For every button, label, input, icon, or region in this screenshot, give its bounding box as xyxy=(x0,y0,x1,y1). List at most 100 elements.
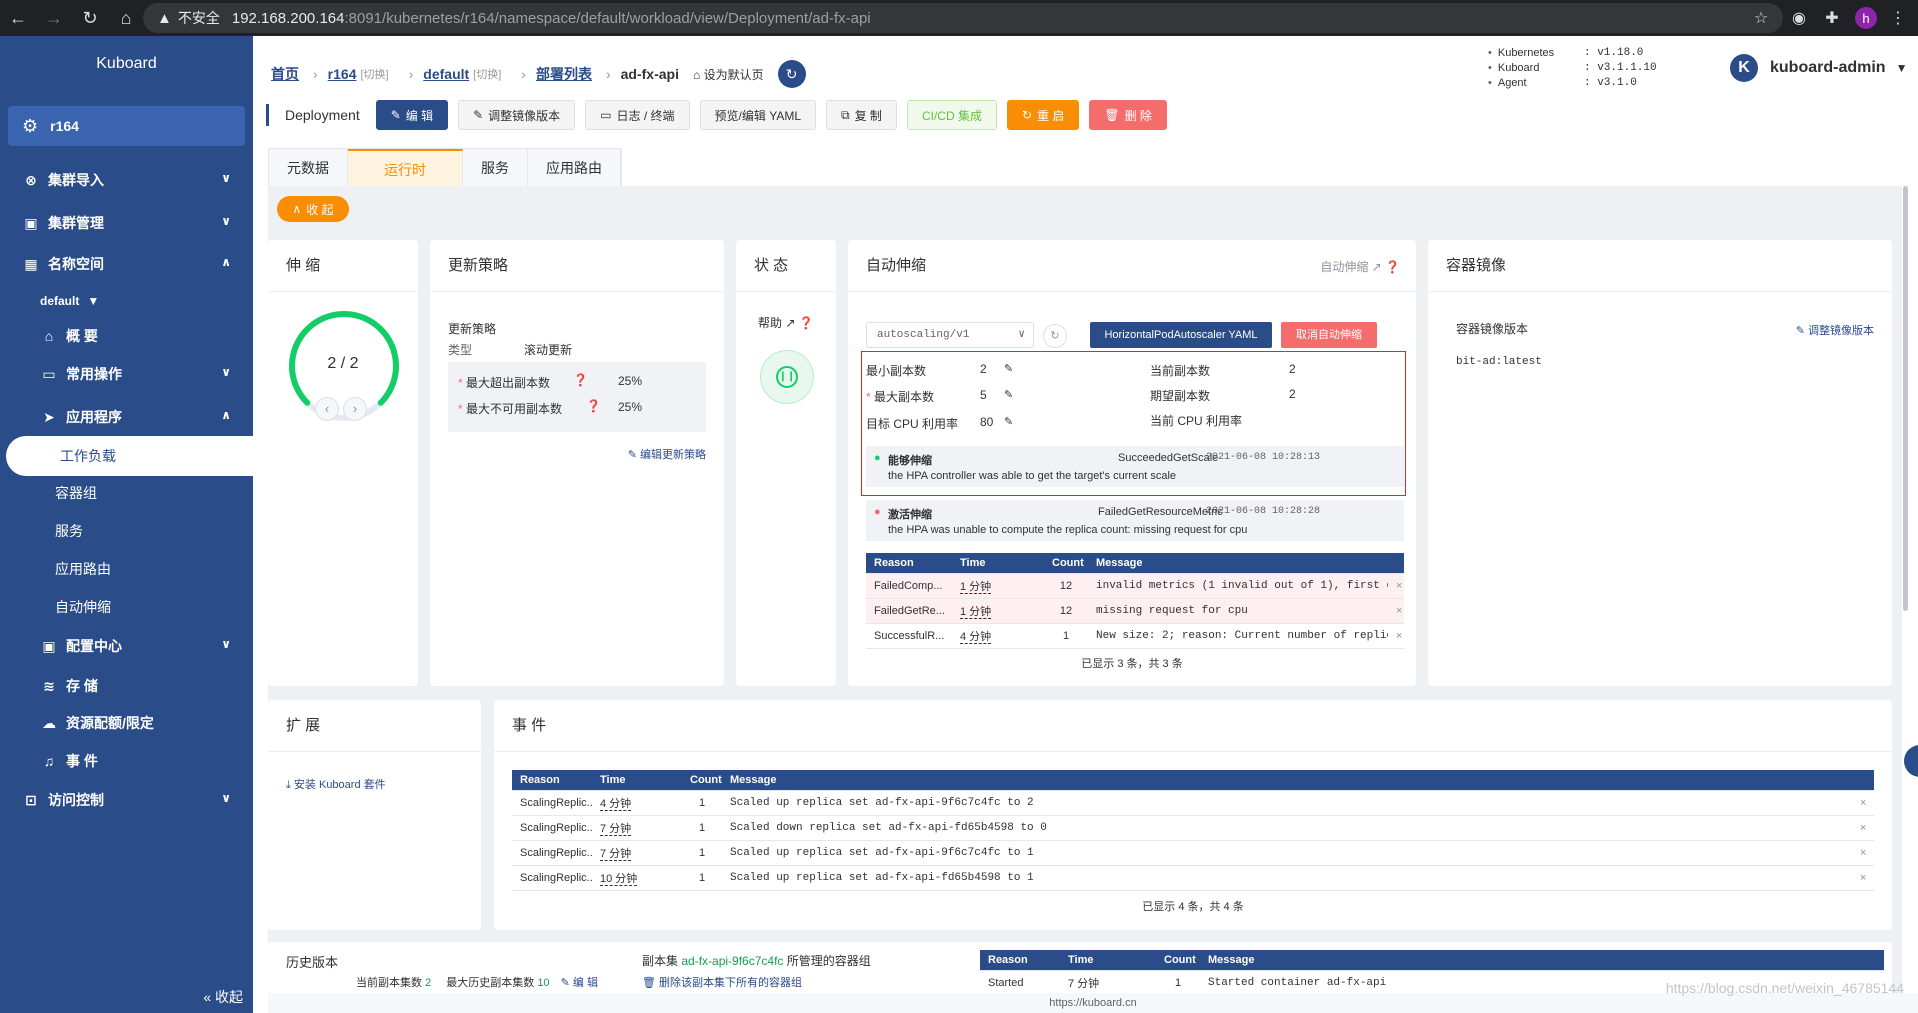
bookmark-star-icon[interactable]: ☆ xyxy=(1747,0,1775,36)
collapse-button[interactable]: ∧ 收 起 xyxy=(277,196,349,222)
menu-label: 服务 xyxy=(55,523,83,539)
forward-icon[interactable]: → xyxy=(36,0,72,36)
api-version-select[interactable]: autoscaling/v1 ∨ xyxy=(866,322,1034,348)
menu-common-ops[interactable]: ▭ 常用操作 ∨ xyxy=(0,354,253,394)
close-icon[interactable]: × xyxy=(1388,622,1404,649)
menu-cluster-import[interactable]: ⊗ 集群导入 ∨ xyxy=(0,160,253,200)
database-icon: ≋ xyxy=(43,677,55,694)
close-icon[interactable]: × xyxy=(1852,864,1874,891)
menu-storage[interactable]: ≋ 存 储 xyxy=(0,666,253,706)
yaml-button[interactable]: 预览/编辑 YAML xyxy=(699,100,817,130)
delete-button[interactable]: 🗑 删 除 xyxy=(1089,100,1167,130)
scrollbar[interactable] xyxy=(1903,186,1908,611)
edit-strategy-link[interactable]: ✎ 编辑更新策略 xyxy=(628,446,706,462)
close-icon[interactable]: × xyxy=(1852,814,1874,841)
close-icon[interactable]: × xyxy=(1852,789,1874,816)
footer-url[interactable]: https://kuboard.cn xyxy=(1049,997,1136,1009)
event-time-value: 4 分钟 xyxy=(960,630,992,644)
watermark: https://blog.csdn.net/weixin_46785144 xyxy=(1665,980,1904,996)
install-kuboard-link[interactable]: ⤓ 安装 Kuboard 套件 xyxy=(286,776,386,792)
card-title: 容器镜像 xyxy=(1428,240,1892,292)
warning-icon: ▲ xyxy=(157,9,172,27)
tab-ingress[interactable]: 应用路由 xyxy=(528,149,621,187)
menu-label: 应用程序 xyxy=(66,409,122,425)
close-icon[interactable]: × xyxy=(1388,572,1404,599)
hpa-doc-link[interactable]: 自动伸缩 ↗ ❓ xyxy=(1320,258,1400,275)
col-reason: Reason xyxy=(866,553,952,573)
refresh-hpa-button[interactable]: ↻ xyxy=(1043,324,1067,348)
menu-applications[interactable]: ➤ 应用程序 ∧ xyxy=(0,397,253,437)
puzzle-icon[interactable]: ✚ xyxy=(1818,0,1846,36)
edit-icon[interactable]: ✎ xyxy=(1004,415,1013,428)
help-link[interactable]: 帮助 ↗ ❓ xyxy=(758,314,814,331)
tab-runtime[interactable]: 运行时 xyxy=(348,149,463,187)
switch-namespace-link[interactable]: [切换] xyxy=(473,66,501,82)
chat-float-button[interactable] xyxy=(1904,745,1918,777)
refresh-button[interactable]: ↻ xyxy=(777,60,806,88)
resource-kind: Deployment xyxy=(266,104,360,126)
breadcrumb-home[interactable]: 首页 xyxy=(271,64,299,84)
menu-ingress[interactable]: 应用路由 xyxy=(0,549,253,589)
tab-metadata[interactable]: 元数据 xyxy=(269,149,348,187)
target-cpu-label: 目标 CPU 利用率 xyxy=(866,417,959,431)
col-count: Count xyxy=(1044,553,1088,573)
profile-avatar[interactable]: h xyxy=(1852,0,1880,36)
address-bar[interactable]: ▲ 不安全 192.168.200.164 :8091/kubernetes/r… xyxy=(143,3,1783,33)
brand-logo: Kuboard xyxy=(96,55,157,72)
edit-button[interactable]: ✎ 编 辑 xyxy=(375,100,449,130)
restart-button[interactable]: ↻ 重 启 xyxy=(1006,100,1080,130)
menu-namespace[interactable]: ▦ 名称空间 ∧ xyxy=(0,244,253,284)
help-icon[interactable]: ❓ xyxy=(586,399,601,413)
menu-overview[interactable]: ⌂ 概 要 xyxy=(0,316,253,356)
event-count: 1 xyxy=(1156,969,1200,996)
menu-autoscaling[interactable]: 自动伸缩 xyxy=(0,587,253,627)
cicd-button[interactable]: CI/CD 集成 xyxy=(906,100,997,130)
link-icon: ⊗ xyxy=(25,171,37,188)
adjust-image-link[interactable]: ✎ 调整镜像版本 xyxy=(1796,322,1874,338)
menu-quota[interactable]: ☁ 资源配额/限定 xyxy=(0,703,253,743)
logs-terminal-button[interactable]: ▭ 日志 / 终端 xyxy=(585,100,690,130)
back-icon[interactable]: ← xyxy=(0,0,36,36)
check-circle-icon: ● xyxy=(874,452,881,464)
menu-services[interactable]: 服务 xyxy=(0,511,253,551)
set-default-page[interactable]: ⌂ 设为默认页 xyxy=(693,66,764,83)
menu-config[interactable]: ▣ 配置中心 ∨ xyxy=(0,626,253,666)
tab-service[interactable]: 服务 xyxy=(463,149,528,187)
extension-circle-icon[interactable]: ◉ xyxy=(1785,0,1813,36)
namespace-selector[interactable]: default ▼ xyxy=(0,281,253,321)
help-icon[interactable]: ❓ xyxy=(573,373,588,387)
grid-icon: ▦ xyxy=(24,255,38,272)
menu-events[interactable]: ♫ 事 件 xyxy=(0,741,253,781)
edit-history-link[interactable]: ✎ 编 辑 xyxy=(561,977,598,989)
adjust-image-button[interactable]: ✎ 调整镜像版本 xyxy=(458,100,576,130)
edit-icon[interactable]: ✎ xyxy=(1004,388,1013,401)
scale-up-button[interactable]: › xyxy=(343,397,367,421)
reload-icon[interactable]: ↻ xyxy=(72,0,108,36)
menu-pods[interactable]: 容器组 xyxy=(0,473,253,513)
event-reason: ScalingReplic... xyxy=(512,789,592,816)
delete-pods-link[interactable]: 🗑 删除该副本集下所有的容器组 xyxy=(642,974,802,990)
breadcrumb-namespace[interactable]: default xyxy=(423,66,469,82)
breadcrumb-deploy-list[interactable]: 部署列表 xyxy=(536,64,592,84)
home-icon[interactable]: ⌂ xyxy=(108,0,144,36)
menu-cluster-manage[interactable]: ▣ 集群管理 ∨ xyxy=(0,203,253,243)
breadcrumb-cluster[interactable]: r164 xyxy=(328,66,357,82)
cancel-hpa-button[interactable]: 取消自动伸缩 xyxy=(1281,322,1377,348)
close-icon[interactable]: × xyxy=(1388,597,1404,624)
caret-down-icon: ▼ xyxy=(87,294,100,308)
scale-down-button[interactable]: ‹ xyxy=(315,397,339,421)
switch-cluster-link[interactable]: [切换] xyxy=(360,66,388,82)
cluster-selector[interactable]: ⚙ r164 xyxy=(8,106,245,146)
col-action xyxy=(1852,770,1874,790)
close-icon[interactable]: × xyxy=(1852,839,1874,866)
edit-icon[interactable]: ✎ xyxy=(1004,362,1013,375)
menu-access-control[interactable]: ⊡ 访问控制 ∨ xyxy=(0,780,253,820)
copy-button[interactable]: ⧉ 复 制 xyxy=(826,100,897,130)
sidebar-collapse-button[interactable]: « 收起 xyxy=(203,987,243,1007)
user-menu[interactable]: K kuboard-admin ▼ xyxy=(1730,54,1907,82)
menu-kebab-icon[interactable]: ⋮ xyxy=(1884,0,1912,36)
max-rs-value: 10 xyxy=(537,977,550,989)
collapse-label: 收 起 xyxy=(306,202,334,217)
menu-workloads[interactable]: 工作负载 xyxy=(6,436,253,476)
hpa-yaml-button[interactable]: HorizontalPodAutoscaler YAML xyxy=(1090,322,1272,348)
